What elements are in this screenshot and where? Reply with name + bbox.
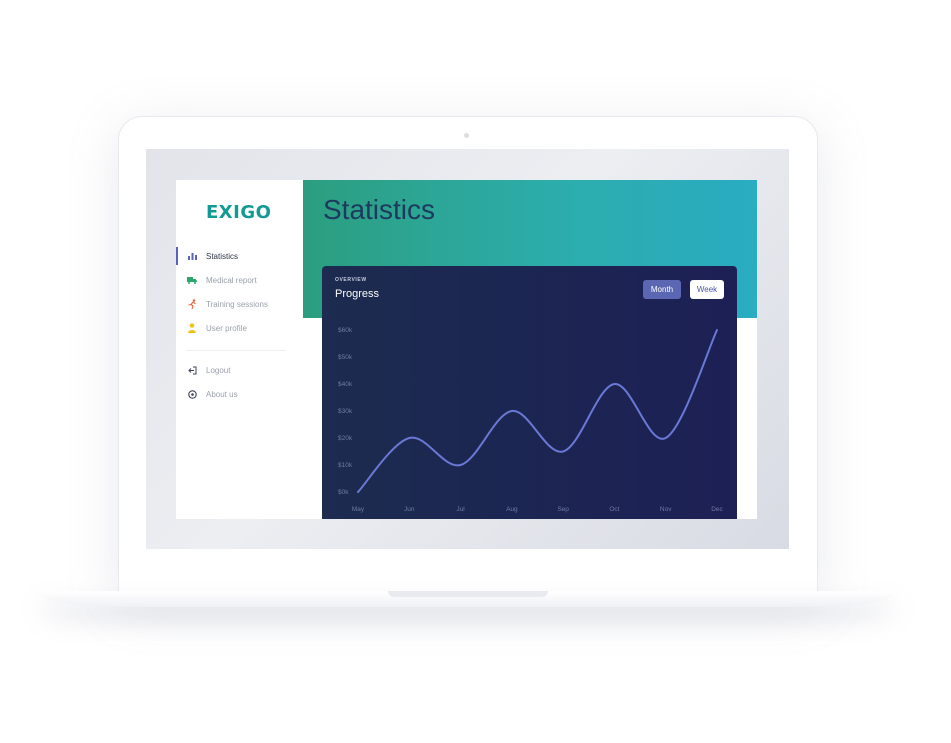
ambulance-icon [187, 275, 197, 285]
sidebar-item-medical-report[interactable]: Medical report [176, 271, 303, 289]
sidebar-item-label: User profile [206, 323, 247, 333]
running-icon [187, 299, 197, 309]
x-tick-label: Jun [404, 506, 415, 513]
x-tick-label: Dec [711, 506, 723, 513]
sidebar-divider [186, 350, 286, 351]
sidebar-item-label: Training sessions [206, 299, 268, 309]
progress-line-chart: $0k $10k $20k $30k $40k $50k $60k May Jun Jul Aug… [338, 327, 724, 513]
user-icon [187, 323, 197, 333]
sidebar: EXIGO Statistics Medical report Training… [176, 180, 303, 519]
main-content: Statistics OVERVIEW Progress Month Week … [303, 180, 757, 519]
x-axis-labels: May Jun Jul Aug Sep Oct Nov Dec [352, 506, 724, 513]
bar-chart-icon [187, 251, 197, 261]
sidebar-item-label: Logout [206, 365, 231, 375]
progress-series-line [357, 329, 718, 493]
sidebar-item-label: Medical report [206, 275, 257, 285]
y-tick-label: $60k [338, 327, 353, 334]
y-tick-label: $50k [338, 354, 353, 361]
x-tick-label: Sep [557, 506, 569, 513]
y-tick-label: $0k [338, 489, 349, 496]
sidebar-item-label: Statistics [206, 251, 239, 261]
logout-icon [187, 365, 197, 375]
app-logo[interactable]: EXIGO [206, 202, 271, 223]
x-tick-label: Aug [506, 506, 518, 513]
page-title: Statistics [323, 194, 436, 225]
laptop-screen: EXIGO Statistics Medical report Training… [146, 149, 789, 549]
laptop-mockup: EXIGO Statistics Medical report Training… [0, 0, 951, 743]
y-tick-label: $20k [338, 435, 353, 442]
camera-dot [464, 133, 469, 138]
info-icon [187, 389, 197, 399]
sidebar-item-user-profile[interactable]: User profile [176, 319, 303, 337]
sidebar-item-label: About us [206, 389, 238, 399]
laptop-base-notch [388, 591, 548, 597]
y-tick-label: $10k [338, 462, 353, 469]
sidebar-item-logout[interactable]: Logout [176, 361, 303, 379]
x-tick-label: May [352, 506, 365, 513]
progress-card: OVERVIEW Progress Month Week $0k $10k $20k… [322, 266, 737, 519]
sidebar-item-about-us[interactable]: About us [176, 385, 303, 403]
y-axis-labels: $0k $10k $20k $30k $40k $50k $60k [338, 327, 353, 496]
x-tick-label: Oct [609, 506, 619, 513]
app-window: EXIGO Statistics Medical report Training… [176, 180, 757, 519]
sidebar-item-training-sessions[interactable]: Training sessions [176, 295, 303, 313]
y-tick-label: $40k [338, 381, 353, 388]
x-tick-label: Nov [660, 506, 672, 513]
sidebar-item-statistics[interactable]: Statistics [176, 247, 303, 265]
x-tick-label: Jul [456, 506, 465, 513]
y-tick-label: $30k [338, 408, 353, 415]
